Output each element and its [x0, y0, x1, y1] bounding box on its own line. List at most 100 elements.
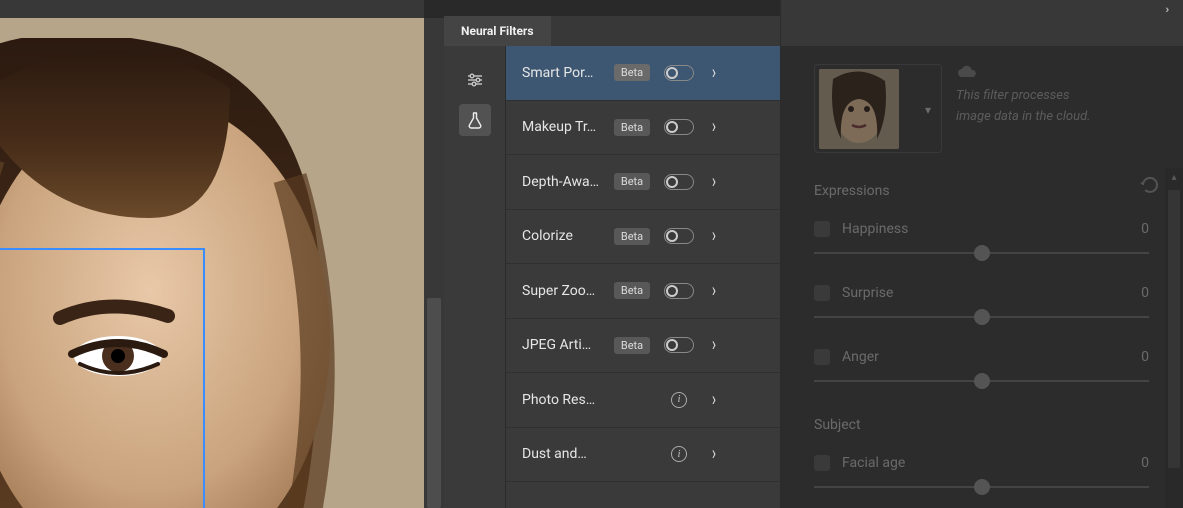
filter-toggle[interactable]	[664, 337, 694, 353]
toggle-slot: i	[662, 446, 696, 462]
properties-scrollbar[interactable]: ▴	[1165, 186, 1183, 508]
filter-item-3[interactable]: Colorize Beta ›	[506, 210, 780, 265]
beta-badge: Beta	[614, 64, 650, 81]
slider-knob[interactable]	[974, 479, 990, 495]
panel-body: Smart Por…Beta›Makeup Tr…Beta›Depth-Awa……	[444, 46, 780, 508]
canvas-area	[0, 0, 444, 508]
filter-item-5[interactable]: JPEG Arti… Beta ›	[506, 319, 780, 374]
filter-mode-column	[444, 46, 506, 508]
chevron-right-icon: ›	[712, 171, 716, 193]
slider-checkbox[interactable]	[814, 221, 830, 237]
slider-knob[interactable]	[974, 245, 990, 261]
slider-value: 0	[1141, 455, 1149, 471]
panel-topbar	[444, 0, 780, 16]
chevron-right-icon: ›	[712, 62, 716, 84]
document-tab-bar	[0, 0, 424, 18]
reset-button[interactable]	[1139, 176, 1159, 194]
filter-item-6[interactable]: Photo Res…i›	[506, 373, 780, 428]
chevron-down-icon: ▾	[925, 103, 931, 117]
properties-body: ▾ This filter processes image data in th…	[780, 46, 1183, 508]
slider-header: Happiness0	[814, 221, 1149, 237]
undo-icon	[1139, 176, 1159, 194]
beta-badge: Beta	[614, 337, 650, 354]
section-title-subject: Subject	[814, 417, 1149, 433]
filter-label: JPEG Arti…	[522, 337, 602, 353]
filter-item-2[interactable]: Depth-Awa… Beta ›	[506, 155, 780, 210]
slider-checkbox[interactable]	[814, 349, 830, 365]
badge-slot: Beta	[612, 228, 652, 245]
expand-panel-button[interactable]: ››	[1155, 1, 1177, 17]
cloud-notice-line2: image data in the cloud.	[956, 107, 1149, 128]
app-root: Neural Filters	[0, 0, 1183, 508]
filter-item-7[interactable]: Dust and…i›	[506, 428, 780, 483]
filter-toggle[interactable]	[664, 65, 694, 81]
beta-badge: Beta	[614, 228, 650, 245]
slider-track[interactable]	[814, 477, 1149, 497]
slider-label: Surprise	[842, 285, 893, 301]
cloud-notice: This filter processes image data in the …	[956, 64, 1149, 128]
badge-slot: Beta	[612, 119, 652, 136]
chevron-slot: ›	[706, 65, 722, 81]
scroll-up-button[interactable]: ▴	[1165, 168, 1183, 186]
slider-label: Anger	[842, 349, 879, 365]
info-icon[interactable]: i	[671, 392, 687, 408]
sliders-icon	[466, 71, 484, 89]
toggle-slot	[662, 65, 696, 81]
filter-item-4[interactable]: Super Zoo… Beta ›	[506, 264, 780, 319]
chevron-right-icon: ›	[712, 225, 716, 247]
slider-label: Happiness	[842, 221, 908, 237]
filter-label: Photo Res…	[522, 392, 602, 408]
slider-checkbox[interactable]	[814, 285, 830, 301]
slider-track[interactable]	[814, 307, 1149, 327]
scrollbar-thumb[interactable]	[427, 298, 441, 508]
chevron-right-icon: ›	[712, 116, 716, 138]
slider-value: 0	[1141, 349, 1149, 365]
slider-knob[interactable]	[974, 309, 990, 325]
filter-toggle[interactable]	[664, 119, 694, 135]
slider-value: 0	[1141, 285, 1149, 301]
chevron-right-icon: ›	[712, 280, 716, 302]
slider-header: Anger 0	[814, 349, 1149, 365]
filter-toggle[interactable]	[664, 174, 694, 190]
chevron-slot: ›	[706, 174, 722, 190]
slider-track[interactable]	[814, 371, 1149, 391]
scrollbar-thumb[interactable]	[1168, 190, 1180, 468]
chevron-slot: ›	[706, 446, 722, 462]
featured-filters-button[interactable]	[459, 64, 491, 96]
filter-item-0[interactable]: Smart Por…Beta›	[506, 46, 780, 101]
filter-properties-panel: ›› ▾	[780, 0, 1183, 508]
face-selection-marquee	[0, 248, 205, 508]
filter-toggle[interactable]	[664, 283, 694, 299]
expression-slider-1: Surprise 0	[814, 285, 1149, 327]
beta-badge: Beta	[614, 173, 650, 190]
info-icon[interactable]: i	[671, 446, 687, 462]
filter-label: Super Zoo…	[522, 283, 602, 299]
badge-slot: Beta	[612, 282, 652, 299]
document-canvas[interactable]	[0, 18, 424, 508]
beta-badge: Beta	[614, 282, 650, 299]
subject-slider-0: Facial age0	[814, 455, 1149, 497]
toggle-slot	[662, 228, 696, 244]
chevron-slot: ›	[706, 337, 722, 353]
toggle-slot	[662, 174, 696, 190]
face-preview-row: ▾ This filter processes image data in th…	[814, 64, 1149, 153]
toggle-slot	[662, 283, 696, 299]
tab-neural-filters[interactable]: Neural Filters	[444, 16, 551, 46]
chevron-slot: ›	[706, 228, 722, 244]
filter-label: Colorize	[522, 228, 602, 244]
slider-header: Surprise 0	[814, 285, 1149, 301]
badge-slot: Beta	[612, 173, 652, 190]
filter-item-1[interactable]: Makeup Tr…Beta›	[506, 101, 780, 156]
beta-filters-button[interactable]	[459, 104, 491, 136]
face-selector[interactable]: ▾	[814, 64, 942, 153]
canvas-scrollbar[interactable]	[424, 18, 444, 508]
filter-label: Depth-Awa…	[522, 174, 602, 190]
toggle-slot	[662, 119, 696, 135]
slider-knob[interactable]	[974, 373, 990, 389]
filter-toggle[interactable]	[664, 228, 694, 244]
toggle-slot: i	[662, 392, 696, 408]
expression-slider-2: Anger 0	[814, 349, 1149, 391]
slider-checkbox[interactable]	[814, 455, 830, 471]
slider-track[interactable]	[814, 243, 1149, 263]
flask-icon	[466, 111, 484, 129]
